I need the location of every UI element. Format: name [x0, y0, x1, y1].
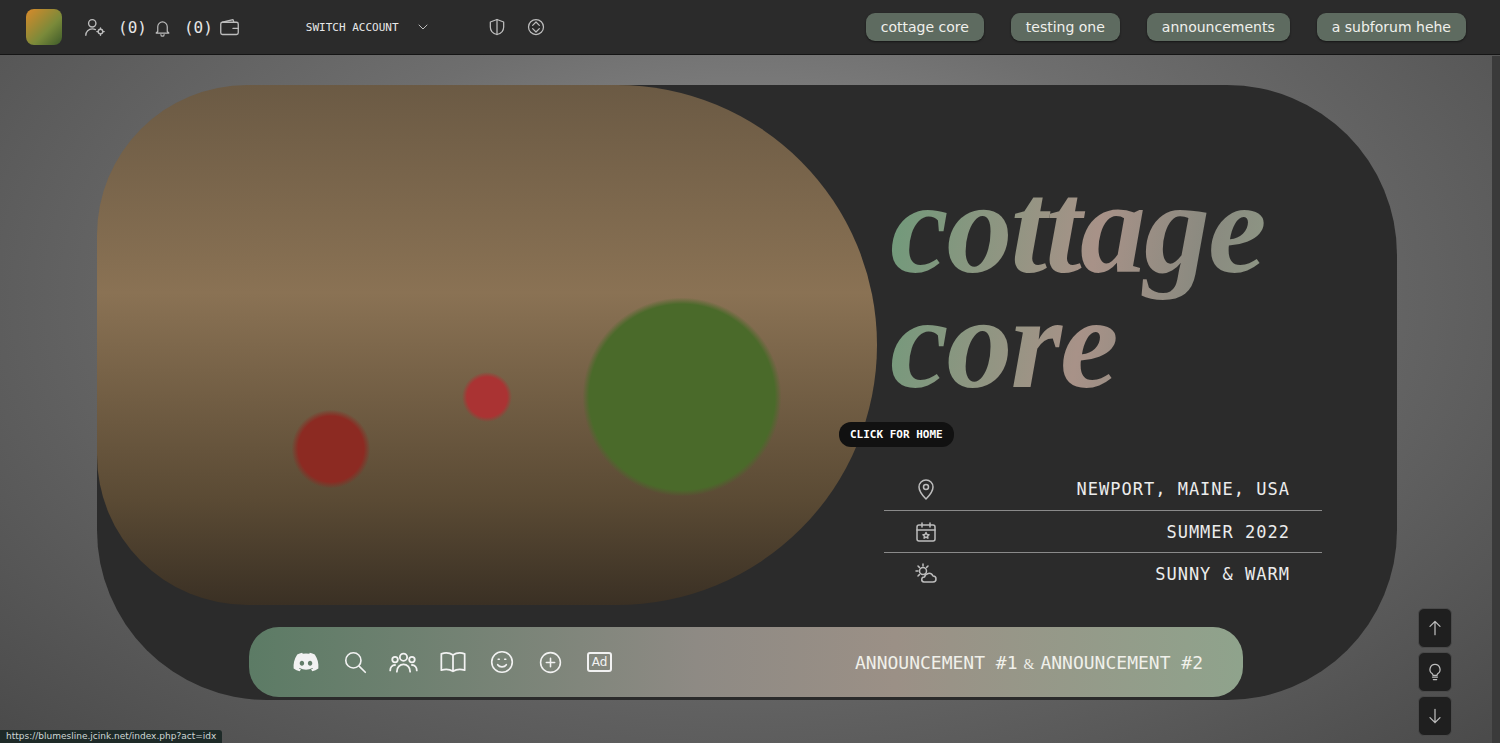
- switch-account-label[interactable]: SWITCH ACCOUNT: [306, 21, 399, 34]
- ad-icon[interactable]: Ad: [585, 652, 614, 672]
- weather-icon: [914, 562, 938, 586]
- wallet-count[interactable]: (0): [184, 18, 213, 37]
- discord-icon[interactable]: [291, 648, 320, 676]
- nav-pill[interactable]: announcements: [1147, 13, 1290, 41]
- top-bar: (0) (0) SWITCH ACCOUNT cottage core testing …: [0, 0, 1500, 55]
- theme-toggle-button[interactable]: [1418, 652, 1452, 692]
- header-photo[interactable]: [97, 85, 877, 605]
- site-title[interactable]: cottagecore: [890, 170, 1397, 400]
- info-row: SUMMER 2022: [884, 510, 1322, 552]
- shield-icon[interactable]: [487, 17, 507, 37]
- book-icon[interactable]: [438, 648, 467, 676]
- nav-pill[interactable]: testing one: [1011, 13, 1120, 41]
- side-buttons: [1418, 608, 1452, 736]
- page-background: cottagecore NEWPORT, MAINE, USA SUMMER 202…: [0, 85, 1500, 743]
- announcements[interactable]: ANNOUNCEMENT #1&ANNOUNCEMENT #2: [855, 652, 1203, 673]
- user-settings-icon[interactable]: [84, 16, 106, 38]
- header-top: cottagecore NEWPORT, MAINE, USA SUMMER 202…: [97, 85, 1397, 605]
- plus-icon[interactable]: [536, 650, 565, 675]
- scroll-bottom-button[interactable]: [1418, 696, 1452, 736]
- info-text: SUMMER 2022: [1166, 522, 1290, 542]
- scroll-circle-icon[interactable]: [526, 17, 546, 37]
- home-tooltip: CLICK FOR HOME: [839, 422, 954, 447]
- info-row: SUNNY & WARM: [884, 552, 1322, 594]
- announcement-text[interactable]: ANNOUNCEMENT #2: [1040, 652, 1203, 673]
- header-info: cottagecore NEWPORT, MAINE, USA SUMMER 202…: [877, 85, 1397, 605]
- announcement-text[interactable]: ANNOUNCEMENT #1: [855, 652, 1018, 673]
- scrollbar[interactable]: [1492, 56, 1500, 743]
- quick-links: Ad: [291, 647, 614, 677]
- info-text: NEWPORT, MAINE, USA: [1077, 479, 1290, 499]
- ad-label[interactable]: Ad: [587, 652, 613, 672]
- bottom-toolbar: Ad ANNOUNCEMENT #1&ANNOUNCEMENT #2: [249, 627, 1243, 697]
- location-pin-icon: [914, 477, 938, 501]
- status-url: https://blumesline.jcink.net/index.php?a…: [0, 730, 222, 743]
- nav-pill[interactable]: a subforum hehe: [1317, 13, 1466, 41]
- info-row: NEWPORT, MAINE, USA: [884, 468, 1322, 510]
- wallet-icon[interactable]: [219, 17, 240, 38]
- smiley-icon[interactable]: [487, 649, 516, 675]
- notification-count[interactable]: (0): [118, 18, 147, 37]
- forum-nav: cottage core testing one announcements a su…: [866, 13, 1466, 41]
- switch-account-dropdown[interactable]: SWITCH ACCOUNT: [296, 15, 441, 39]
- search-icon[interactable]: [340, 649, 369, 675]
- title-line[interactable]: core: [890, 285, 1397, 400]
- chevron-down-icon[interactable]: [415, 19, 431, 35]
- avatar[interactable]: [26, 9, 62, 45]
- announcement-text[interactable]: &: [1024, 657, 1035, 673]
- info-list: NEWPORT, MAINE, USA SUMMER 2022 SUNNY & WA…: [884, 468, 1322, 594]
- title-line[interactable]: cottage: [890, 170, 1397, 285]
- info-text: SUNNY & WARM: [1155, 564, 1290, 584]
- scroll-top-button[interactable]: [1418, 608, 1452, 648]
- nav-pill[interactable]: cottage core: [866, 13, 984, 41]
- lightbulb-icon[interactable]: [1425, 662, 1445, 682]
- arrow-down-icon[interactable]: [1425, 706, 1445, 726]
- calendar-icon: [914, 520, 938, 544]
- members-icon[interactable]: [389, 647, 418, 677]
- header-card: cottagecore NEWPORT, MAINE, USA SUMMER 202…: [97, 85, 1397, 700]
- arrow-up-icon[interactable]: [1425, 618, 1445, 638]
- toolbar-left: (0) (0) SWITCH ACCOUNT: [26, 9, 546, 45]
- bell-icon[interactable]: [153, 18, 172, 37]
